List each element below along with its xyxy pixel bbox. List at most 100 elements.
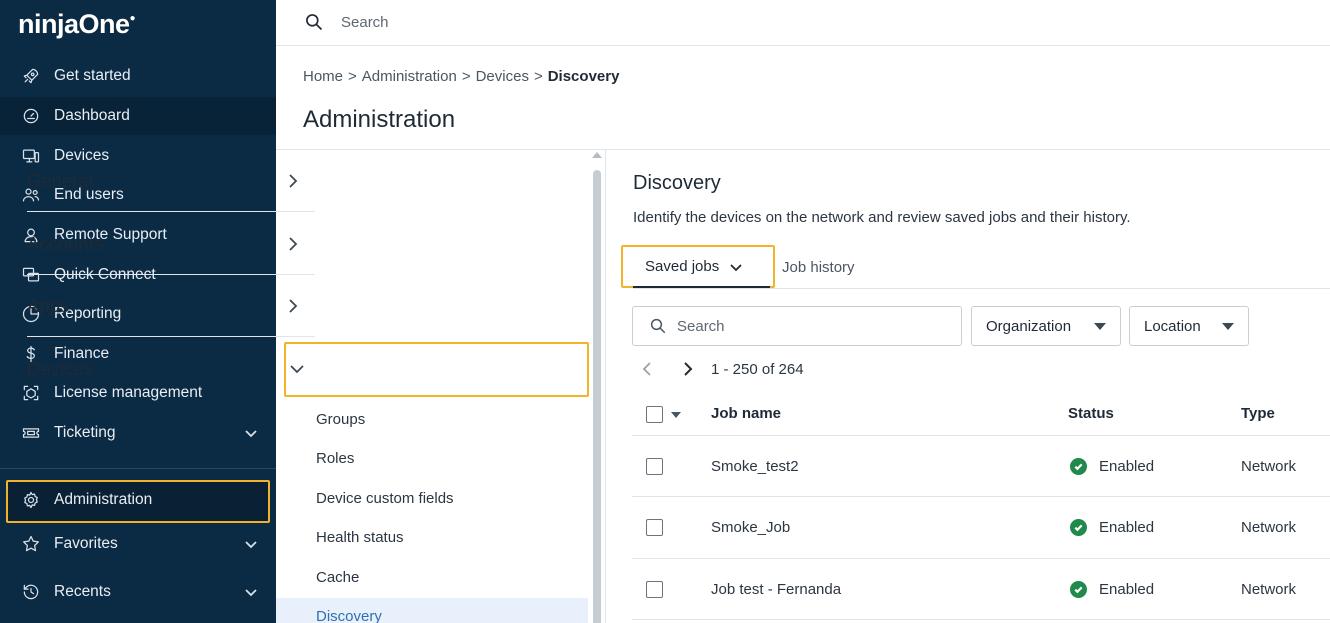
chevron-down-icon (289, 360, 305, 376)
submenu-item-cache[interactable]: Cache (316, 569, 359, 586)
table-header-divider (632, 435, 1330, 436)
chevron-right-icon (285, 172, 301, 188)
row-checkbox[interactable] (646, 581, 663, 598)
check-circle-icon (1070, 519, 1087, 536)
chevron-down-icon[interactable] (244, 537, 258, 551)
sidebar-item-ticketing[interactable]: Ticketing (0, 414, 276, 452)
sidebar-item-label: Administration (54, 491, 153, 508)
sidebar-item-label: Dashboard (54, 107, 130, 124)
organization-filter-dropdown[interactable]: Organization (971, 306, 1121, 346)
submenu-scrollbar[interactable] (592, 152, 602, 623)
column-header-type[interactable]: Type (1241, 405, 1275, 422)
breadcrumb-devices[interactable]: Devices (476, 68, 529, 85)
tabs-divider (633, 288, 1330, 289)
type-cell: Network (1241, 458, 1297, 475)
tab-saved-jobs[interactable]: Saved jobs (621, 245, 775, 288)
ninjaone-logo[interactable]: ninjaOne● (18, 9, 136, 40)
sidebar-divider (0, 468, 276, 469)
sidebar-item-administration[interactable]: Administration (0, 481, 276, 519)
breadcrumb-separator: > (461, 68, 471, 85)
sidebar-item-favorites[interactable]: Favorites (0, 525, 276, 563)
submenu-section-apps[interactable]: Apps (27, 275, 315, 337)
submenu-section-label: Apps (27, 294, 70, 316)
row-checkbox[interactable] (646, 458, 663, 475)
previous-page-icon[interactable] (640, 361, 654, 377)
location-filter-dropdown[interactable]: Location (1129, 306, 1249, 346)
sidebar-item-dashboard[interactable]: Dashboard (0, 97, 276, 135)
caret-down-icon (1222, 323, 1234, 330)
submenu-section-accounts[interactable]: Accounts (27, 213, 315, 275)
job-name-cell[interactable]: Job test - Fernanda (711, 581, 841, 598)
search-icon[interactable] (304, 12, 326, 34)
submenu-section-devices[interactable]: Devices (27, 338, 315, 400)
row-divider (632, 619, 1330, 620)
rocket-icon (20, 65, 42, 87)
job-name-cell[interactable]: Smoke_Job (711, 519, 790, 536)
breadcrumb-administration[interactable]: Administration (362, 68, 457, 85)
global-search-input[interactable]: Search (341, 14, 389, 31)
status-cell: Enabled (1099, 458, 1155, 475)
scrollbar-thumb[interactable] (593, 170, 601, 623)
sidebar-item-label: Get started (54, 67, 131, 84)
sidebar-item-recents[interactable]: Recents (0, 573, 276, 611)
type-cell: Network (1241, 519, 1297, 536)
sidebar-item-get-started[interactable]: Get started (0, 57, 276, 95)
page-title: Administration (303, 106, 456, 133)
submenu-section-label: General (27, 169, 93, 191)
check-circle-icon (1070, 458, 1087, 475)
ticket-icon (20, 422, 42, 444)
sidebar-item-label: Favorites (54, 535, 118, 552)
bulk-select-caret-icon[interactable] (671, 412, 681, 418)
chevron-down-icon[interactable] (244, 585, 258, 599)
search-icon (650, 318, 666, 334)
chevron-down-icon[interactable] (244, 426, 258, 440)
gear-icon (20, 489, 42, 511)
dropdown-label: Location (1144, 317, 1201, 335)
dropdown-label: Organization (986, 317, 1072, 335)
tab-job-history[interactable]: Job history (782, 259, 855, 276)
chevron-right-icon (285, 235, 301, 251)
type-cell: Network (1241, 581, 1297, 598)
devices-section-highlight (284, 342, 589, 397)
column-header-status[interactable]: Status (1068, 405, 1114, 422)
column-header-job-name[interactable]: Job name (711, 405, 781, 422)
breadcrumb-home[interactable]: Home (303, 68, 343, 85)
select-all-checkbox[interactable] (646, 406, 663, 423)
sidebar-item-label: Recents (54, 583, 111, 600)
jobs-search-input[interactable]: Search (632, 306, 962, 346)
scroll-up-arrow-icon[interactable] (592, 152, 602, 158)
submenu-item-device-custom-fields[interactable]: Device custom fields (316, 490, 454, 507)
sidebar-item-label: Ticketing (54, 424, 116, 441)
row-checkbox[interactable] (646, 519, 663, 536)
submenu-section-general[interactable]: General (27, 150, 315, 212)
global-search-bar[interactable]: Search (276, 0, 1330, 46)
status-cell: Enabled (1099, 519, 1155, 536)
breadcrumb: Home > Administration > Devices > Discovery (303, 68, 619, 85)
submenu-item-roles[interactable]: Roles (316, 450, 354, 467)
job-name-cell[interactable]: Smoke_test2 (711, 458, 799, 475)
breadcrumb-separator: > (348, 68, 357, 85)
search-placeholder: Search (677, 317, 725, 335)
caret-down-icon (1094, 323, 1106, 330)
submenu-item-health-status[interactable]: Health status (316, 529, 404, 546)
tab-label: Saved jobs (645, 258, 720, 275)
chevron-down-icon (729, 260, 743, 274)
pagination-range: 1 - 250 of 264 (711, 361, 804, 378)
breadcrumb-separator: > (533, 68, 543, 85)
star-icon (20, 533, 42, 555)
submenu-item-discovery[interactable]: Discovery (316, 608, 382, 623)
chevron-right-icon (285, 297, 301, 313)
submenu-item-groups[interactable]: Groups (316, 411, 365, 428)
dashboard-gauge-icon (20, 105, 42, 127)
discovery-description: Identify the devices on the network and … (633, 209, 1131, 226)
status-cell: Enabled (1099, 581, 1155, 598)
submenu-section-label: Accounts (27, 232, 104, 254)
submenu-section-label: Devices (27, 358, 93, 379)
check-circle-icon (1070, 581, 1087, 598)
row-divider (632, 496, 1330, 497)
next-page-icon[interactable] (681, 361, 695, 377)
discovery-title: Discovery (633, 172, 721, 194)
history-icon (20, 581, 42, 603)
breadcrumb-current: Discovery (547, 68, 620, 85)
row-divider (632, 558, 1330, 559)
